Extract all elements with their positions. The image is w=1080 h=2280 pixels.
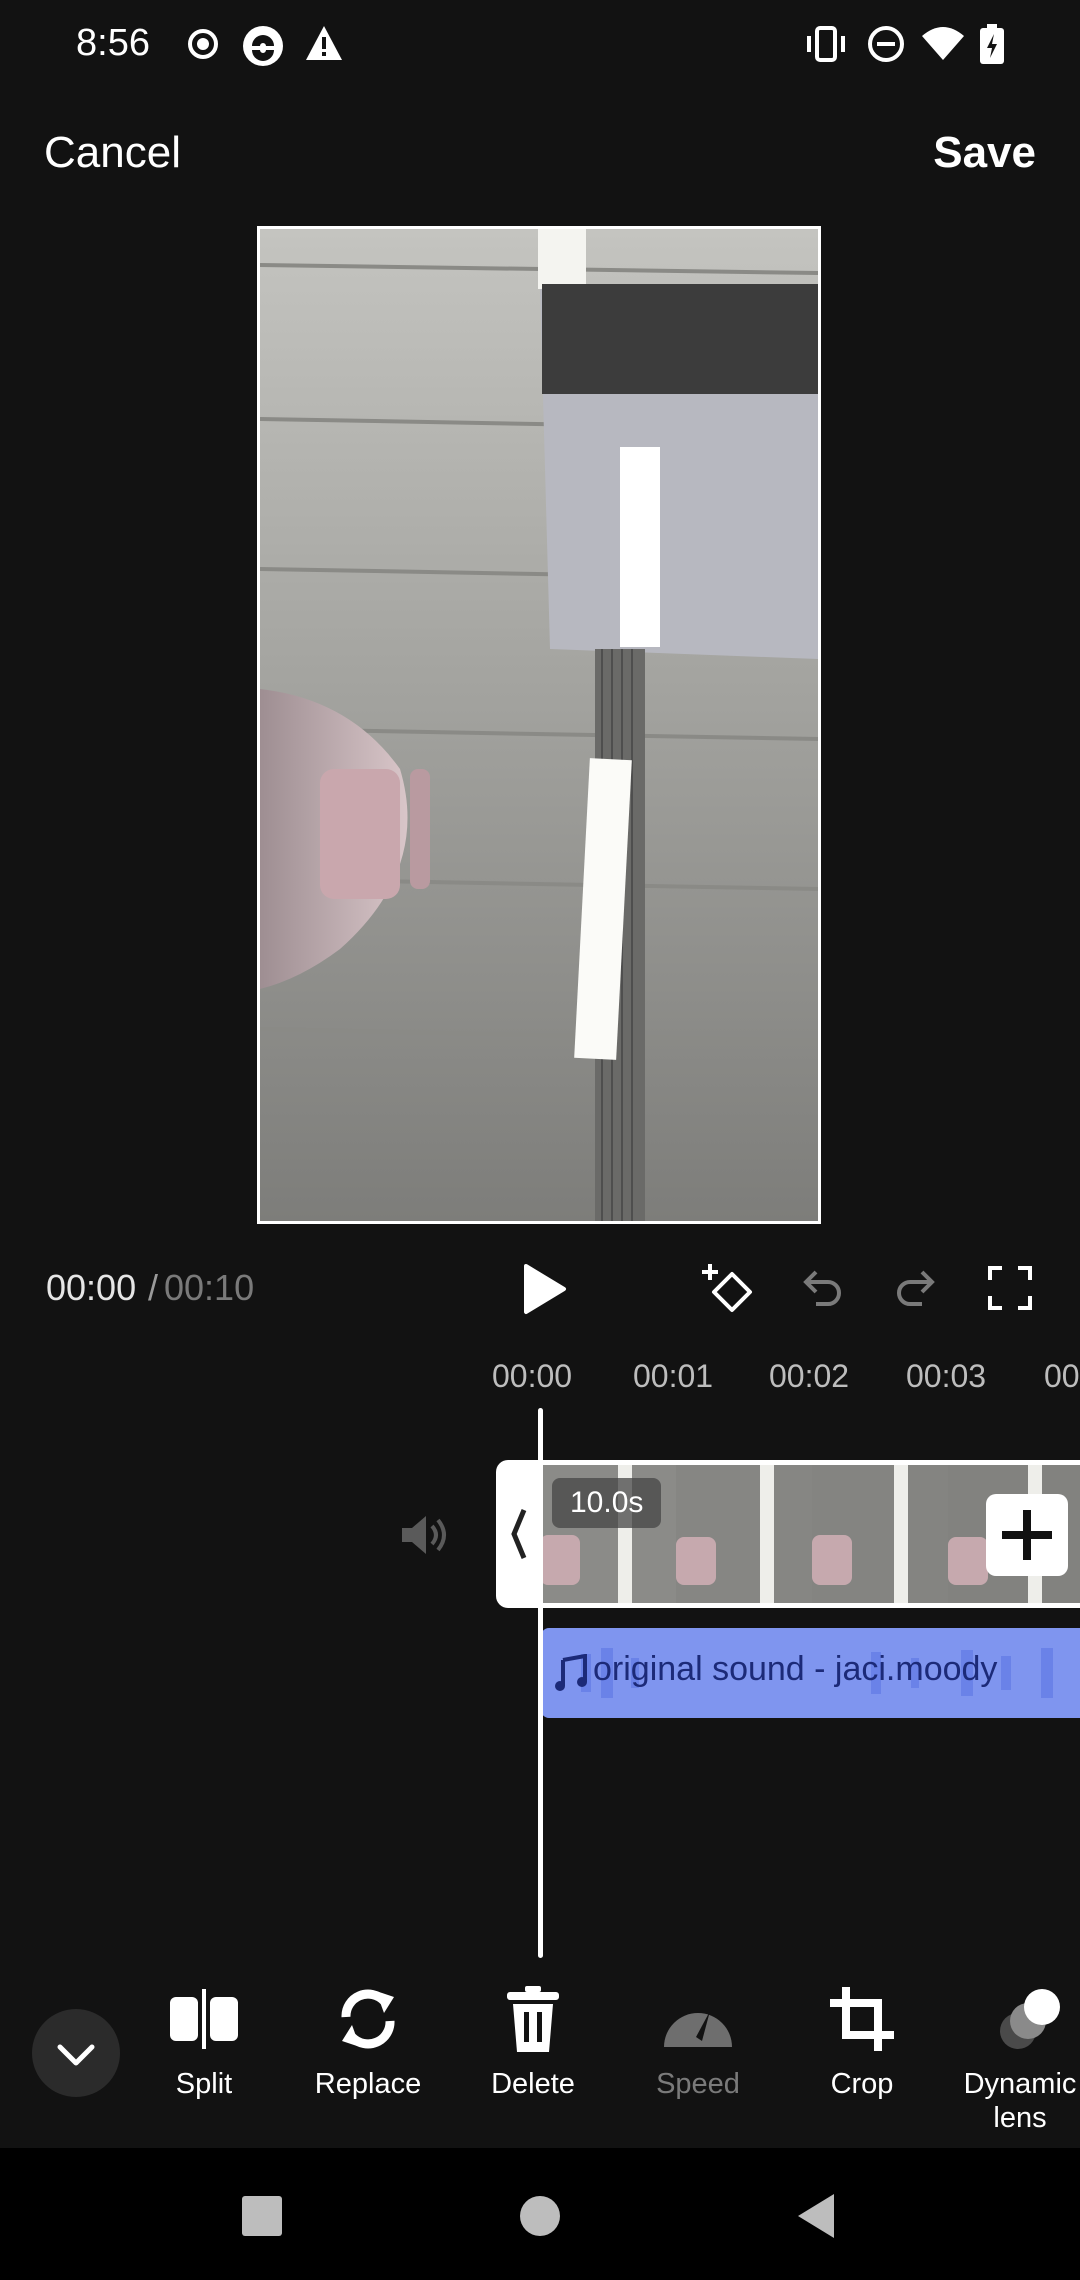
chevron-left-icon	[511, 1509, 527, 1559]
dynamic-lens-button[interactable]: Dynamic lens	[952, 1985, 1080, 2135]
crop-button[interactable]: Crop	[787, 1985, 937, 2101]
play-icon[interactable]	[518, 1262, 568, 1316]
audio-track[interactable]: original sound - jaci.moody	[541, 1628, 1080, 1718]
cancel-button[interactable]: Cancel	[44, 128, 181, 178]
replace-icon	[341, 1989, 395, 2049]
clip-thumbnail	[812, 1465, 950, 1603]
delete-label: Delete	[491, 2068, 575, 2100]
app-icon	[243, 26, 283, 66]
crop-label: Crop	[830, 2068, 894, 2100]
ruler-tick: 00:03	[906, 1358, 987, 1394]
time-separator: /	[148, 1267, 159, 1308]
wifi-icon	[922, 27, 964, 60]
back-icon[interactable]	[794, 2192, 836, 2240]
audio-track-label: original sound - jaci.moody	[593, 1650, 998, 1688]
split-icon	[170, 1989, 238, 2049]
crop-icon	[830, 1987, 894, 2051]
fullscreen-icon[interactable]	[986, 1264, 1034, 1312]
split-label: Split	[175, 2068, 233, 2100]
music-note-icon	[555, 1654, 587, 1691]
home-icon[interactable]	[518, 2194, 562, 2238]
trash-icon	[507, 1986, 559, 2052]
replace-label: Replace	[314, 2068, 422, 2100]
dynamic-lens-label: Dynamic lens	[963, 2068, 1077, 2134]
total-time: 00:10	[164, 1267, 255, 1308]
add-clip-button[interactable]	[986, 1494, 1068, 1576]
clip-thumbnail	[676, 1465, 814, 1603]
status-bar: 8:56	[0, 0, 1080, 88]
volume-icon[interactable]	[398, 1508, 452, 1562]
delete-button[interactable]: Delete	[458, 1985, 608, 2101]
vibrate-icon	[807, 26, 845, 62]
undo-icon[interactable]	[798, 1264, 846, 1312]
speed-button[interactable]: Speed	[623, 1985, 773, 2101]
dynamic-lens-icon	[1000, 1989, 1060, 2049]
do-not-disturb-icon	[868, 26, 904, 62]
speed-label: Speed	[656, 2068, 740, 2100]
current-time: 00:00	[46, 1267, 137, 1308]
navigation-bar	[0, 2148, 1080, 2280]
ruler-tick: 00:00	[492, 1358, 573, 1394]
clip-trim-handle[interactable]	[496, 1460, 542, 1608]
save-button[interactable]: Save	[933, 128, 1036, 178]
video-preview[interactable]	[257, 226, 821, 1224]
record-icon	[188, 29, 218, 59]
playhead[interactable]	[538, 1408, 543, 1958]
collapse-toolbar-button[interactable]	[32, 2009, 120, 2097]
plus-icon	[1002, 1510, 1052, 1560]
speedometer-icon	[664, 2011, 732, 2047]
battery-icon	[980, 24, 1004, 64]
clip-duration-badge: 10.0s	[552, 1478, 662, 1528]
replace-button[interactable]: Replace	[293, 1985, 443, 2101]
split-button[interactable]: Split	[129, 1985, 279, 2101]
warning-icon	[306, 26, 342, 60]
ruler-tick: 00	[1044, 1358, 1080, 1394]
redo-icon[interactable]	[892, 1264, 940, 1312]
video-frame-image	[260, 229, 818, 1221]
add-keyframe-icon[interactable]	[700, 1262, 756, 1316]
chevron-down-icon	[57, 2044, 95, 2066]
ruler-tick: 00:01	[633, 1358, 714, 1394]
recents-icon[interactable]	[240, 2194, 284, 2238]
ruler-tick: 00:02	[769, 1358, 850, 1394]
status-time: 8:56	[76, 22, 150, 64]
